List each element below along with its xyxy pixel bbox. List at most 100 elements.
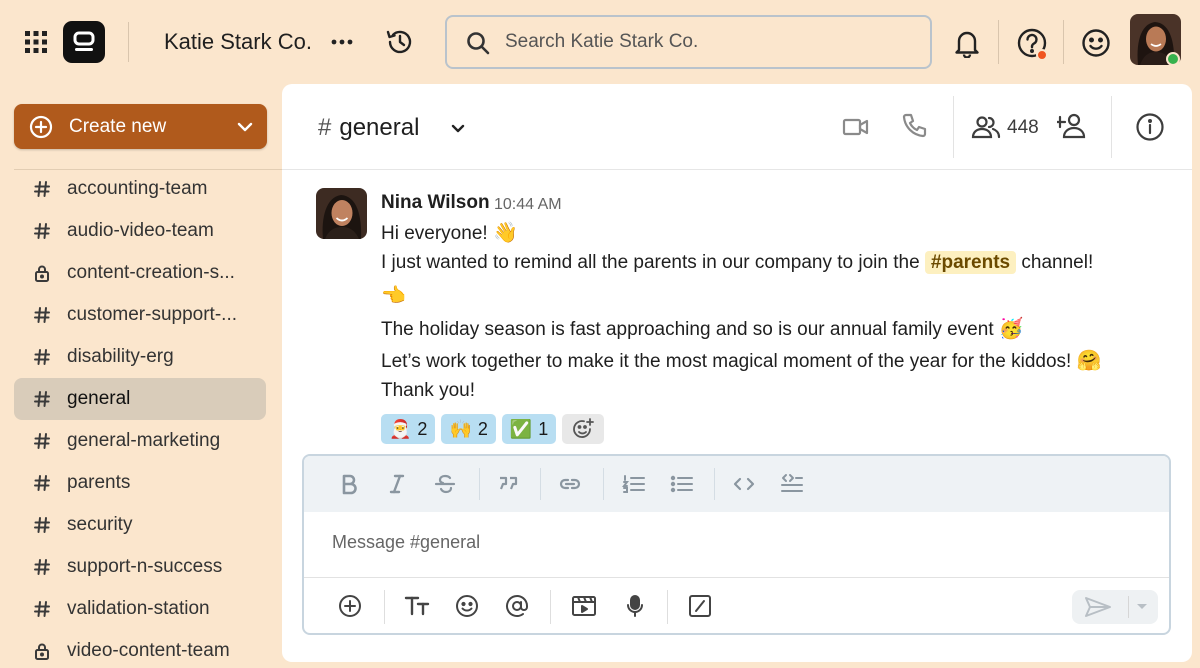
app-logo[interactable] — [63, 21, 105, 63]
bold-icon[interactable] — [338, 473, 360, 495]
author-avatar[interactable] — [316, 188, 367, 239]
top-bar: Katie Stark Co. — [0, 0, 1200, 84]
search-input[interactable] — [505, 29, 905, 55]
sidebar-item-general-marketing[interactable]: general-marketing — [14, 420, 266, 462]
reaction-emoji: 🙌 — [449, 418, 472, 439]
hash-icon — [32, 473, 52, 493]
hash-icon — [32, 389, 52, 409]
sidebar-item-label: disability-erg — [67, 346, 174, 367]
create-new-label: Create new — [69, 116, 167, 137]
channel-name: general — [339, 114, 420, 141]
hash-icon — [32, 305, 52, 325]
member-count[interactable]: 448 — [1007, 117, 1039, 139]
message-line: Hi everyone! 👋 — [381, 220, 518, 245]
wave-emoji: 👋 — [492, 222, 518, 244]
sidebar-item-label: customer-support-... — [67, 304, 237, 325]
search-box[interactable] — [445, 15, 932, 69]
add-reaction-button[interactable] — [562, 414, 605, 444]
phone-icon[interactable] — [900, 112, 928, 140]
plus-circle-icon — [29, 115, 53, 139]
team-name[interactable]: Katie Stark Co. — [164, 29, 312, 55]
reaction-emoji: ✅ — [509, 418, 533, 439]
create-new-button[interactable]: Create new — [14, 104, 267, 149]
smiley-icon[interactable] — [1081, 28, 1111, 58]
channel-mention-link[interactable]: #parents — [924, 251, 1017, 274]
members-icon[interactable] — [970, 114, 1002, 140]
divider — [479, 468, 480, 500]
lock-icon — [32, 641, 52, 661]
link-icon[interactable] — [558, 473, 582, 495]
more-horizontal-icon[interactable] — [330, 30, 354, 54]
divider — [540, 468, 541, 500]
text-format-icon[interactable] — [404, 594, 430, 618]
divider — [1063, 20, 1064, 64]
bell-icon[interactable] — [953, 28, 981, 58]
sidebar-item-accounting-team[interactable]: accounting-team — [14, 168, 266, 210]
reaction-count: 2 — [417, 418, 428, 439]
code-block-icon[interactable] — [780, 473, 804, 495]
italic-icon[interactable] — [386, 473, 408, 495]
hash-icon — [32, 515, 52, 535]
reaction-chip[interactable]: ✅ 1 — [501, 414, 557, 444]
message-text: channel! — [1016, 252, 1094, 273]
message-line: I just wanted to remind all the parents … — [381, 251, 1094, 274]
sidebar-item-support-n-success[interactable]: support-n-success — [14, 546, 266, 588]
channel-header: # general 448 — [282, 84, 1192, 170]
send-icon[interactable] — [1084, 596, 1112, 618]
hash-icon — [32, 599, 52, 619]
sidebar-item-validation-station[interactable]: validation-station — [14, 588, 266, 630]
sidebar-item-label: support-n-success — [67, 556, 223, 577]
sidebar-item-general[interactable]: general — [14, 378, 266, 420]
hash-icon — [32, 347, 52, 367]
video-call-icon[interactable] — [842, 115, 870, 139]
emoji-icon[interactable] — [455, 594, 479, 618]
sidebar-item-video-content-team[interactable]: video-content-team — [14, 630, 266, 668]
code-icon[interactable] — [732, 473, 756, 495]
divider — [128, 22, 129, 62]
bulleted-list-icon[interactable] — [670, 473, 694, 495]
message-line: 👈 — [381, 283, 406, 308]
strikethrough-icon[interactable] — [433, 473, 457, 495]
party-face-emoji: 🥳 — [998, 318, 1024, 340]
add-member-icon[interactable] — [1057, 112, 1091, 140]
hash-icon — [32, 221, 52, 241]
sidebar-item-security[interactable]: security — [14, 504, 266, 546]
sidebar-item-audio-video-team[interactable]: audio-video-team — [14, 210, 266, 252]
channel-view: # general 448 Nina Wilson 10:44 AM Hi ev… — [282, 84, 1192, 662]
numbered-list-icon[interactable] — [622, 473, 646, 495]
hash-icon — [32, 431, 52, 451]
divider — [953, 96, 954, 158]
online-status-dot — [1166, 52, 1180, 66]
message-text: Hi everyone! — [381, 223, 493, 244]
video-clip-icon[interactable] — [571, 594, 597, 618]
reaction-chip[interactable]: 🙌 2 — [441, 414, 496, 444]
apps-grid-icon[interactable] — [24, 30, 48, 54]
history-icon[interactable] — [384, 26, 416, 58]
hugging-emoji: 🤗 — [1076, 350, 1102, 372]
message-author[interactable]: Nina Wilson — [381, 192, 490, 214]
sidebar-item-parents[interactable]: parents — [14, 462, 266, 504]
chevron-down-icon[interactable] — [1134, 598, 1150, 614]
mention-icon[interactable] — [505, 594, 529, 618]
divider — [384, 590, 385, 624]
plus-circle-icon[interactable] — [338, 594, 362, 618]
message-input[interactable] — [332, 532, 1132, 562]
microphone-icon[interactable] — [624, 594, 646, 618]
sidebar-item-content-creation-s[interactable]: content-creation-s... — [14, 252, 266, 294]
slash-command-icon[interactable] — [688, 594, 712, 618]
message-text: Thank you! — [381, 380, 475, 401]
reaction-list: 🎅 2 🙌 2 ✅ 1 — [381, 414, 605, 444]
message-line: Thank you! — [381, 380, 475, 402]
hash-icon — [32, 179, 52, 199]
reaction-chip[interactable]: 🎅 2 — [381, 414, 436, 444]
info-icon[interactable] — [1135, 112, 1165, 142]
divider — [603, 468, 604, 500]
sidebar-item-customer-support[interactable]: customer-support-... — [14, 294, 266, 336]
channel-title[interactable]: # general — [318, 114, 465, 142]
message-line: Let’s work together to make it the most … — [381, 348, 1102, 373]
quote-icon[interactable] — [497, 473, 519, 495]
sidebar-item-label: validation-station — [67, 598, 210, 619]
send-group — [1072, 590, 1158, 624]
sidebar-item-label: content-creation-s... — [67, 262, 235, 283]
sidebar-item-disability-erg[interactable]: disability-erg — [14, 336, 266, 378]
